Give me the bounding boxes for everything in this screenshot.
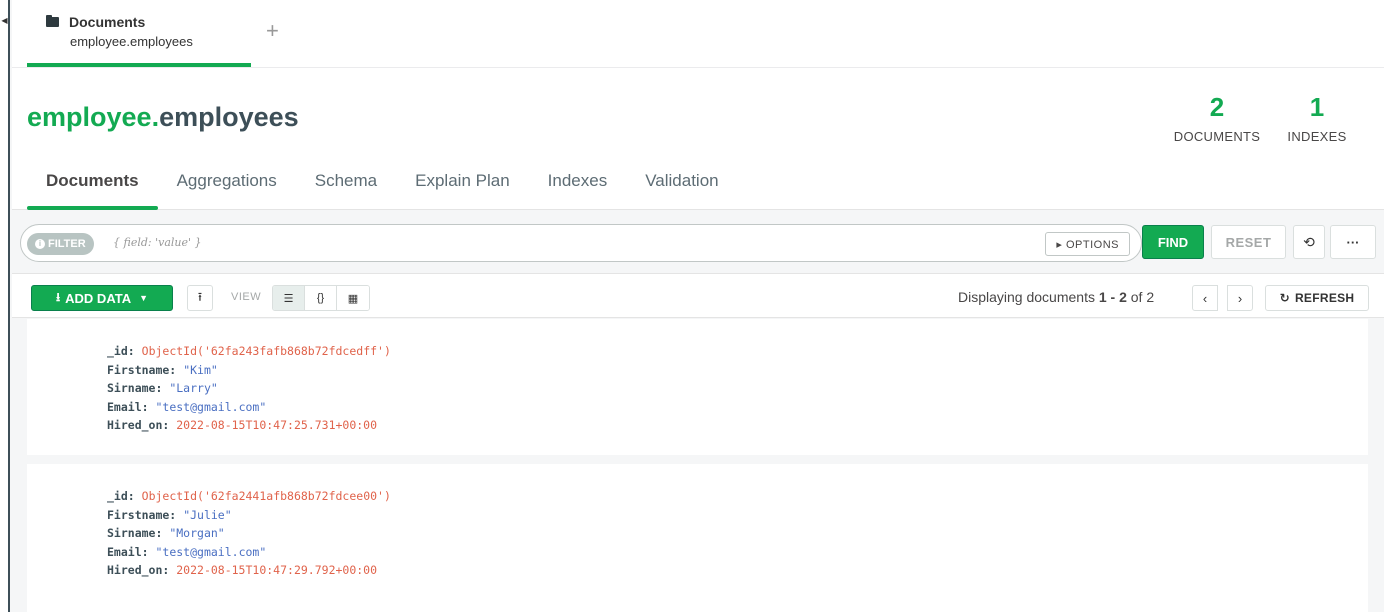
field-value-email[interactable]: "test@gmail.com" — [155, 400, 266, 414]
next-page-icon[interactable]: › — [1227, 285, 1253, 311]
view-switcher: ☰ {} ▦ — [272, 285, 370, 311]
indexes-count: 1 — [1309, 92, 1325, 122]
tab-documents[interactable]: Documents employee.employees — [27, 0, 251, 67]
find-button[interactable]: FIND — [1142, 225, 1204, 259]
document-card[interactable]: _id: ObjectId('62fa243fafb868b72fdcedff'… — [27, 319, 1368, 455]
field-key-id: _id: — [107, 344, 135, 358]
query-history-icon[interactable]: ⟲ — [1293, 225, 1325, 259]
app-main: Documents employee.employees + employee.… — [12, 0, 1384, 612]
indexes-label: INDEXES — [1287, 129, 1347, 144]
displaying-total: 2 — [1146, 289, 1155, 305]
filter-input[interactable]: { field: 'value' } — [113, 236, 202, 249]
reset-button[interactable]: RESET — [1211, 225, 1286, 259]
field-key-email: Email: — [107, 399, 149, 414]
refresh-label: REFRESH — [1294, 291, 1355, 305]
tab-bar: Documents employee.employees + — [12, 0, 1384, 68]
field-value-id[interactable]: ObjectId('62fa243fafb868b72fdcedff') — [142, 344, 391, 358]
indexes-stat: 1 INDEXES — [1282, 92, 1352, 144]
subtab-aggregations[interactable]: Aggregations — [158, 172, 296, 210]
subtab-documents[interactable]: Documents — [27, 172, 158, 210]
add-data-button[interactable]: ⭳ ADD DATA ▼ — [31, 285, 173, 311]
subtab-indexes[interactable]: Indexes — [529, 172, 627, 210]
field-value-hired-on[interactable]: 2022-08-15T10:47:29.792+00:00 — [176, 563, 377, 577]
displaying-range: 1 - 2 — [1098, 289, 1127, 305]
page-title: employee.employees — [27, 102, 299, 133]
field-key-sirname: Sirname: — [107, 381, 163, 395]
filter-input-box[interactable]: i FILTER { field: 'value' } ▸ OPTIONS — [20, 224, 1142, 262]
table-view-icon[interactable]: ▦ — [337, 286, 369, 310]
refresh-button[interactable]: ↻ REFRESH — [1265, 285, 1369, 311]
subtab-explain-plan[interactable]: Explain Plan — [396, 172, 529, 210]
field-value-sirname[interactable]: "Larry" — [169, 381, 217, 395]
field-key-hired-on: Hired_on: — [107, 563, 170, 577]
field-value-id[interactable]: ObjectId('62fa2441afb868b72fdcee00') — [142, 489, 391, 503]
add-tab-button[interactable]: + — [266, 18, 279, 44]
filter-badge-label: FILTER — [48, 238, 86, 250]
field-key-id: _id: — [107, 489, 135, 503]
left-sidebar-edge: ◀ — [0, 0, 10, 612]
field-key-sirname: Sirname: — [107, 526, 163, 540]
documents-list: _id: ObjectId('62fa243fafb868b72fdcedff'… — [12, 319, 1384, 612]
displaying-of: of — [1126, 289, 1147, 305]
tab-subtitle: employee.employees — [70, 34, 193, 49]
more-options-button[interactable]: ··· — [1330, 225, 1376, 259]
displaying-prefix: Displaying documents — [958, 289, 1099, 305]
collapse-sidebar-icon[interactable]: ◀ — [0, 12, 9, 28]
tab-title: Documents — [69, 14, 146, 30]
query-bar: i FILTER { field: 'value' } ▸ OPTIONS FI… — [12, 210, 1384, 273]
field-value-firstname[interactable]: "Kim" — [183, 363, 218, 377]
download-icon: ⭳ — [55, 289, 61, 304]
document-card[interactable]: _id: ObjectId('62fa2441afb868b72fdcee00'… — [27, 464, 1368, 612]
field-key-firstname: Firstname: — [107, 362, 177, 377]
subtab-validation[interactable]: Validation — [626, 172, 737, 210]
namespace-db: employee — [27, 102, 152, 132]
field-value-firstname[interactable]: "Julie" — [183, 508, 231, 522]
json-view-icon[interactable]: {} — [305, 286, 337, 310]
namespace-collection: employees — [159, 102, 299, 132]
info-icon: i — [35, 239, 45, 249]
field-value-sirname[interactable]: "Morgan" — [169, 526, 224, 540]
collection-header: employee.employees 2 DOCUMENTS 1 INDEXES… — [12, 68, 1384, 210]
list-view-icon[interactable]: ☰ — [273, 286, 305, 310]
subtab-schema[interactable]: Schema — [296, 172, 396, 210]
caret-down-icon: ▼ — [139, 293, 149, 303]
field-value-hired-on[interactable]: 2022-08-15T10:47:25.731+00:00 — [176, 418, 377, 432]
export-upload-icon[interactable]: ⭱ — [187, 285, 213, 311]
field-key-email: Email: — [107, 544, 149, 559]
field-key-hired-on: Hired_on: — [107, 418, 170, 432]
view-label: VIEW — [231, 291, 262, 303]
options-button[interactable]: ▸ OPTIONS — [1045, 232, 1130, 256]
documents-toolbar: ⭳ ADD DATA ▼ ⭱ VIEW ☰ {} ▦ Displaying do… — [12, 273, 1384, 318]
pagination-text: Displaying documents 1 - 2 of 2 — [958, 289, 1154, 305]
folder-icon — [46, 15, 59, 27]
filter-badge: i FILTER — [27, 233, 94, 255]
documents-label: DOCUMENTS — [1173, 129, 1261, 144]
documents-stat: 2 DOCUMENTS — [1169, 92, 1265, 144]
documents-count: 2 — [1209, 92, 1225, 122]
previous-page-icon[interactable]: ‹ — [1192, 285, 1218, 311]
refresh-icon: ↻ — [1279, 291, 1290, 305]
namespace-dot: . — [151, 102, 160, 132]
field-key-firstname: Firstname: — [107, 507, 177, 522]
field-value-email[interactable]: "test@gmail.com" — [155, 545, 266, 559]
collection-subtabs: Documents Aggregations Schema Explain Pl… — [27, 172, 738, 210]
add-data-label: ADD DATA — [65, 290, 132, 306]
